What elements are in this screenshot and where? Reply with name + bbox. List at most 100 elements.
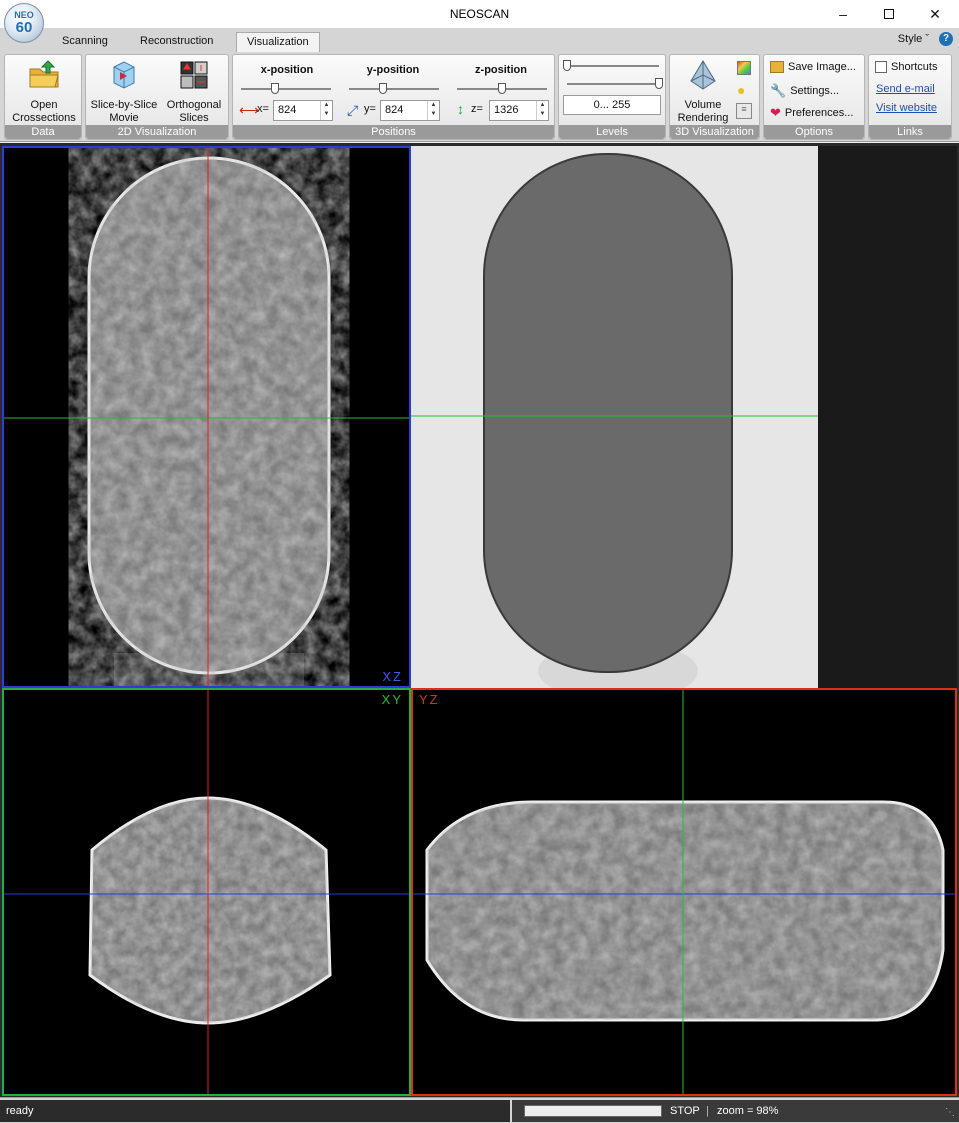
neoscan-window: NEO 60 NEOSCAN – ✕ Scanning Reconstructi… <box>0 0 959 1123</box>
x-position-value: 824 <box>278 104 297 116</box>
group-caption-levels: Levels <box>559 125 665 139</box>
group-caption-options: Options <box>764 125 864 139</box>
xz-slice-view[interactable]: XZ <box>2 146 411 688</box>
stop-button[interactable]: STOP <box>670 1100 700 1122</box>
tab-visualization[interactable]: Visualization <box>236 32 320 52</box>
settings-button[interactable]: 🔧 Settings... <box>770 83 839 99</box>
open-label-1: Open <box>30 99 58 111</box>
z-position-value: 1326 <box>494 104 519 116</box>
z-axis-arrow-icon: ↕ <box>457 101 464 117</box>
y-position-slider-thumb[interactable] <box>379 83 388 94</box>
title-bar: NEO 60 NEOSCAN – ✕ <box>0 0 959 43</box>
tab-reconstruction[interactable]: Reconstruction <box>130 32 223 52</box>
volume-rendering-label-2: Rendering <box>677 112 729 124</box>
maximize-icon <box>884 9 894 19</box>
wrench-icon: 🔧 <box>770 83 787 98</box>
open-label-2: Crossections <box>12 112 76 124</box>
preferences-heart-icon: ❤ <box>770 105 781 120</box>
level-low-slider-track[interactable] <box>567 65 659 67</box>
z-label: z= <box>471 103 483 115</box>
xy-view-label: XY <box>381 692 403 707</box>
preferences-button[interactable]: ❤ Preferences... <box>770 105 853 121</box>
save-image-button[interactable]: Save Image... <box>770 61 856 73</box>
group-caption-2d: 2D Visualization <box>86 125 228 139</box>
status-bar: ready STOP | zoom = 98% ⋱ <box>0 1097 959 1123</box>
preferences-label: Preferences... <box>784 107 854 119</box>
group-caption-links: Links <box>869 125 951 139</box>
volume-rendering-icon <box>690 60 716 90</box>
volume-rendering-button[interactable]: Volume Rendering <box>672 59 734 125</box>
lightbulb-icon[interactable]: ● <box>737 82 745 98</box>
tab-scanning[interactable]: Scanning <box>52 32 118 52</box>
open-folder-icon <box>29 60 59 88</box>
xz-slice-image <box>4 148 409 686</box>
style-menu[interactable]: Style ˇ <box>898 33 929 45</box>
color-palette-icon[interactable] <box>737 61 751 75</box>
x-position-input[interactable]: 824 ▲ ▼ <box>273 100 333 121</box>
shortcuts-label: Shortcuts <box>891 61 938 73</box>
maximize-button[interactable] <box>866 0 912 28</box>
save-image-label: Save Image... <box>788 61 856 73</box>
movie-label-1: Slice-by-Slice <box>90 99 158 111</box>
xz-view-label: XZ <box>382 669 403 684</box>
z-position-spin-arrows[interactable]: ▲ ▼ <box>536 101 548 120</box>
group-positions: x-position ⟷ x= 824 ▲ ▼ y-position ⤢ y= 8… <box>232 54 555 140</box>
window-title: NEOSCAN <box>449 7 510 21</box>
y-position-slider-track[interactable] <box>349 88 439 90</box>
ribbon: Open Crossections Data Slice-by-Slice Mo… <box>0 52 959 142</box>
shortcuts-checkbox-row[interactable]: Shortcuts <box>875 61 937 73</box>
y-position-input[interactable]: 824 ▲ ▼ <box>380 100 440 121</box>
script-icon[interactable]: ≡ <box>736 103 752 119</box>
orthogonal-slices-button[interactable]: Orthogonal Slices <box>160 59 228 125</box>
projection-image <box>411 146 818 688</box>
projection-view[interactable] <box>411 146 957 688</box>
resize-grip-icon[interactable]: ⋱ <box>945 1102 955 1123</box>
group-caption-3d: 3D Visualization <box>670 125 759 139</box>
x-position-slider-thumb[interactable] <box>271 83 280 94</box>
zoom-readout: zoom = 98% <box>717 1105 779 1117</box>
xy-slice-view[interactable]: XY <box>2 688 411 1096</box>
ribbon-tab-row: Scanning Reconstruction Visualization St… <box>0 28 959 52</box>
slice-by-slice-movie-button[interactable]: Slice-by-Slice Movie <box>88 59 160 125</box>
y-position-title: y-position <box>366 64 420 76</box>
orthogonal-slices-icon <box>180 61 208 89</box>
ortho-label-1: Orthogonal <box>166 99 222 111</box>
close-icon: ✕ <box>929 5 941 22</box>
yz-slice-view[interactable]: YZ <box>411 688 957 1096</box>
help-icon[interactable]: ? <box>939 32 953 46</box>
send-email-link[interactable]: Send e-mail <box>876 83 935 95</box>
minimize-icon: – <box>839 6 847 22</box>
yz-slice-image <box>413 690 955 1094</box>
movie-label-2: Movie <box>109 112 139 124</box>
group-links: Shortcuts Send e-mail Visit website Link… <box>868 54 952 140</box>
ortho-label-2: Slices <box>179 112 209 124</box>
movie-cube-icon <box>113 61 135 89</box>
level-high-slider-thumb[interactable] <box>655 78 663 89</box>
x-position-spin-arrows[interactable]: ▲ ▼ <box>320 101 332 120</box>
y-axis-arrow-icon: ⤢ <box>347 102 359 118</box>
style-label: Style <box>897 33 923 45</box>
levels-range-display: 0... 255 <box>563 95 661 115</box>
group-caption-positions: Positions <box>233 125 554 139</box>
level-low-slider-thumb[interactable] <box>563 60 571 71</box>
group-caption-data: Data <box>5 125 81 139</box>
x-position-slider-track[interactable] <box>241 88 331 90</box>
close-button[interactable]: ✕ <box>912 0 958 28</box>
level-high-slider-track[interactable] <box>567 83 659 85</box>
settings-label: Settings... <box>790 85 840 97</box>
shortcuts-checkbox[interactable] <box>875 61 887 73</box>
x-label: x= <box>257 103 269 115</box>
yz-view-label: YZ <box>419 692 440 707</box>
z-position-input[interactable]: 1326 ▲ ▼ <box>489 100 549 121</box>
y-position-spin-arrows[interactable]: ▲ ▼ <box>427 101 439 120</box>
open-crossections-button[interactable]: Open Crossections <box>9 59 79 125</box>
chevron-down-icon: ˇ <box>925 33 929 45</box>
minimize-button[interactable]: – <box>820 0 866 28</box>
z-position-slider-thumb[interactable] <box>498 83 506 94</box>
y-label: y= <box>364 103 376 115</box>
app-logo[interactable]: NEO 60 <box>4 3 44 43</box>
visit-website-link[interactable]: Visit website <box>876 102 937 114</box>
status-text: ready <box>0 1100 510 1122</box>
xy-slice-image <box>4 690 409 1094</box>
volume-rendering-label-1: Volume <box>684 99 722 111</box>
